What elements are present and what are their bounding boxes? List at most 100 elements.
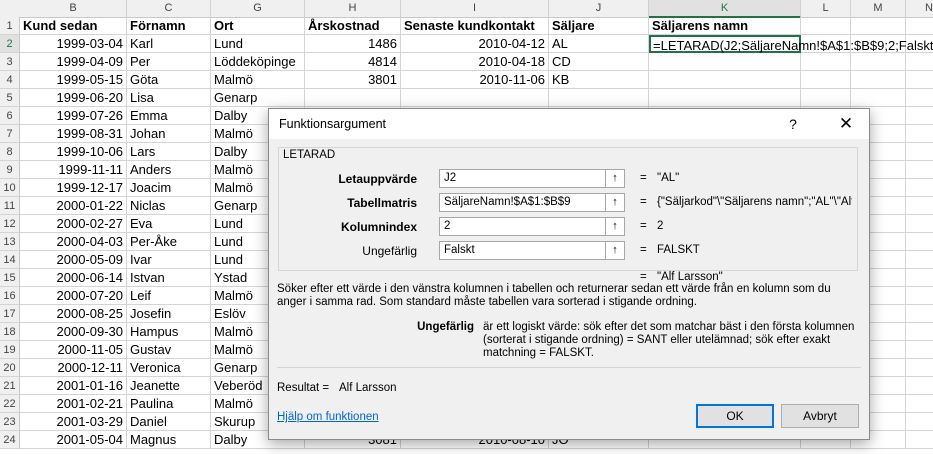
cell[interactable] xyxy=(851,89,906,107)
column-header-j[interactable]: J xyxy=(549,0,649,17)
range-select-icon[interactable]: ↑ xyxy=(605,241,625,260)
row-header[interactable]: 12 xyxy=(0,215,20,233)
cell[interactable]: 1999-11-11 xyxy=(20,161,127,179)
cell[interactable]: Senaste kundkontakt xyxy=(401,17,549,35)
row-header[interactable]: 23 xyxy=(0,413,20,431)
column-header-l[interactable]: L xyxy=(801,0,851,17)
cell[interactable] xyxy=(906,125,933,143)
row-header[interactable]: 18 xyxy=(0,323,20,341)
cell[interactable]: Göta xyxy=(127,71,211,89)
cell[interactable] xyxy=(906,17,933,35)
cell[interactable]: Josefin xyxy=(127,305,211,323)
cell[interactable]: Anders xyxy=(127,161,211,179)
cell[interactable] xyxy=(906,161,933,179)
arg-input-4[interactable]: Falskt xyxy=(439,241,619,260)
column-header-m[interactable]: M xyxy=(851,0,906,17)
range-select-icon[interactable]: ↑ xyxy=(605,193,625,212)
close-icon[interactable]: ✕ xyxy=(831,112,861,136)
column-header-g[interactable]: G xyxy=(211,0,305,17)
cell[interactable] xyxy=(906,53,933,71)
cell[interactable]: Hampus xyxy=(127,323,211,341)
cell[interactable]: KB xyxy=(549,71,649,89)
cell[interactable]: 2001-03-29 xyxy=(20,413,127,431)
cell[interactable] xyxy=(906,395,933,413)
cell[interactable]: Genarp xyxy=(211,89,305,107)
cell[interactable]: Per xyxy=(127,53,211,71)
cell[interactable] xyxy=(649,89,801,107)
cell[interactable]: 2000-07-20 xyxy=(20,287,127,305)
cell[interactable]: Lund xyxy=(211,35,305,53)
cell[interactable]: 1999-06-20 xyxy=(20,89,127,107)
row-header[interactable]: 2 xyxy=(0,35,20,53)
cell[interactable]: 1486 xyxy=(305,35,401,53)
cell[interactable] xyxy=(801,89,851,107)
cell[interactable]: Lars xyxy=(127,143,211,161)
cell[interactable] xyxy=(801,53,851,71)
cell[interactable]: Årskostnad xyxy=(305,17,401,35)
cell[interactable]: Jeanette xyxy=(127,377,211,395)
row-header[interactable]: 15 xyxy=(0,269,20,287)
cell[interactable]: CD xyxy=(549,53,649,71)
cell[interactable]: 1999-12-17 xyxy=(20,179,127,197)
cell[interactable]: Malmö xyxy=(211,71,305,89)
cell[interactable] xyxy=(906,341,933,359)
cell[interactable] xyxy=(401,89,549,107)
cell[interactable]: 2000-09-30 xyxy=(20,323,127,341)
cell[interactable]: Per-Åke xyxy=(127,233,211,251)
cell[interactable] xyxy=(906,359,933,377)
row-header[interactable]: 17 xyxy=(0,305,20,323)
column-header-k[interactable]: K xyxy=(649,0,801,18)
row-header[interactable]: 6 xyxy=(0,107,20,125)
row-header[interactable]: 10 xyxy=(0,179,20,197)
cell[interactable] xyxy=(906,305,933,323)
cell[interactable] xyxy=(549,89,649,107)
row-header[interactable]: 7 xyxy=(0,125,20,143)
cell[interactable]: 1999-05-15 xyxy=(20,71,127,89)
cell[interactable]: Magnus xyxy=(127,431,211,449)
cell[interactable]: Joacim xyxy=(127,179,211,197)
row-header[interactable]: 8 xyxy=(0,143,20,161)
cell[interactable] xyxy=(906,251,933,269)
cell[interactable]: 3801 xyxy=(305,71,401,89)
cell[interactable]: Lisa xyxy=(127,89,211,107)
cell[interactable] xyxy=(649,53,801,71)
cell[interactable]: 2010-04-18 xyxy=(401,53,549,71)
cell[interactable] xyxy=(801,17,851,35)
cell[interactable]: 2001-05-04 xyxy=(20,431,127,449)
cell[interactable]: Emma xyxy=(127,107,211,125)
cell[interactable]: Ort xyxy=(211,17,305,35)
cell[interactable]: Karl xyxy=(127,35,211,53)
cell[interactable]: 2000-05-09 xyxy=(20,251,127,269)
ok-button[interactable]: OK xyxy=(696,404,774,428)
cell[interactable]: 4814 xyxy=(305,53,401,71)
arg-input-2[interactable]: SäljareNamn!$A$1:$B$9 xyxy=(439,193,619,212)
cell[interactable]: Ivar xyxy=(127,251,211,269)
cell[interactable]: 1999-03-04 xyxy=(20,35,127,53)
column-header-n[interactable]: N xyxy=(906,0,933,17)
cell[interactable] xyxy=(305,89,401,107)
cell[interactable]: 2000-04-03 xyxy=(20,233,127,251)
row-header[interactable]: 24 xyxy=(0,431,20,449)
cell[interactable] xyxy=(906,215,933,233)
active-cell[interactable]: =LETARAD(J2;SäljareNamn!$A$1:$B$9;2;Fals… xyxy=(649,35,933,53)
dialog-titlebar[interactable]: Funktionsargument ? ✕ xyxy=(269,109,869,139)
cell[interactable]: 2000-11-05 xyxy=(20,341,127,359)
cell[interactable]: Kund sedan xyxy=(20,17,127,35)
cell[interactable]: 2010-11-06 xyxy=(401,71,549,89)
row-header[interactable]: 16 xyxy=(0,287,20,305)
cell[interactable]: Veronica xyxy=(127,359,211,377)
arg-input-3[interactable]: 2 xyxy=(439,217,619,236)
cell[interactable]: 2010-04-12 xyxy=(401,35,549,53)
cell[interactable]: 1999-07-26 xyxy=(20,107,127,125)
cell[interactable] xyxy=(906,413,933,431)
row-header[interactable]: 19 xyxy=(0,341,20,359)
cell[interactable]: Förnamn xyxy=(127,17,211,35)
cell[interactable] xyxy=(906,233,933,251)
column-header-b[interactable]: B xyxy=(20,0,127,17)
cell[interactable] xyxy=(906,197,933,215)
cell[interactable]: 2000-12-11 xyxy=(20,359,127,377)
cell[interactable]: Löddeköpinge xyxy=(211,53,305,71)
cell[interactable] xyxy=(851,71,906,89)
cell[interactable]: 1999-08-31 xyxy=(20,125,127,143)
row-header[interactable]: 13 xyxy=(0,233,20,251)
